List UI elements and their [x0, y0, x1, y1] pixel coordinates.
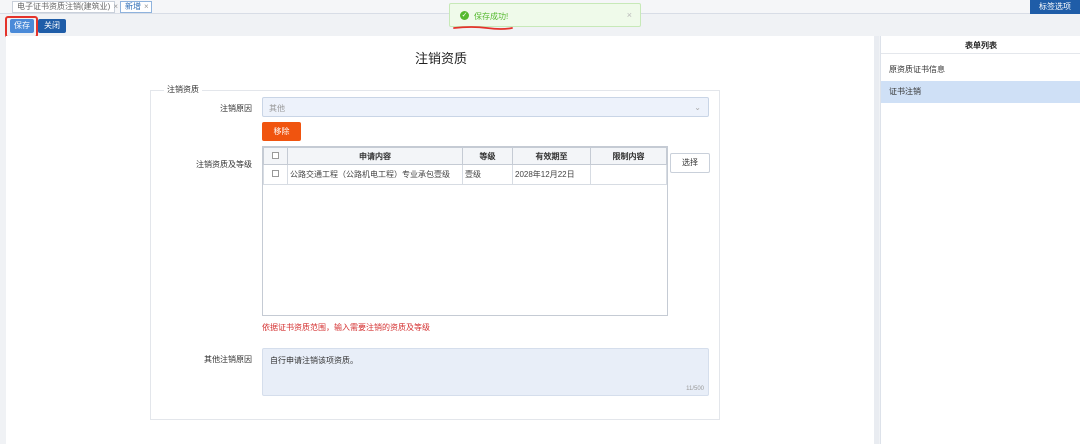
column-header: 有效期至: [512, 147, 591, 165]
reason-select[interactable]: 其他 ⌄: [262, 97, 709, 117]
hint-text: 依据证书资质范围，输入需要注销的资质及等级: [262, 323, 430, 332]
column-header: 申请内容: [287, 147, 463, 165]
divider: [881, 53, 1080, 54]
table-cell: 壹级: [462, 164, 513, 185]
check-circle-icon: ✓: [460, 11, 469, 20]
underline-annotation: [453, 26, 513, 30]
column-header: 等级: [462, 147, 513, 165]
sidebar-title: 表单列表: [965, 41, 997, 50]
sidebar-item-cert-cancellation[interactable]: 证书注销: [881, 81, 1080, 103]
tab-label: 电子证书资质注销(建筑业): [17, 2, 111, 11]
row-checkbox-cell: [263, 164, 288, 185]
select-button[interactable]: 选择: [670, 153, 710, 173]
close-icon[interactable]: ×: [144, 2, 149, 11]
row-checkbox[interactable]: [272, 170, 279, 177]
other-reason-label: 其他注销原因: [204, 355, 252, 364]
page-title: 注销资质: [414, 51, 467, 66]
close-icon[interactable]: ×: [113, 2, 118, 11]
highlight-annotation: [5, 16, 38, 38]
table-cell: [590, 164, 667, 185]
char-counter: 11/500: [686, 386, 704, 392]
tab-label: 新增: [125, 2, 141, 11]
toast-close-icon[interactable]: ×: [627, 10, 632, 20]
form-list-sidebar: 表单列表 原资质证书信息 证书注销: [880, 36, 1080, 444]
chevron-down-icon: ⌄: [694, 103, 701, 112]
tab-cert-cancellation[interactable]: 电子证书资质注销(建筑业) ×: [12, 1, 118, 13]
select-all-cell: [263, 147, 288, 165]
success-toast: ✓ 保存成功! ×: [449, 3, 641, 27]
table-row[interactable]: 公路交通工程（公路机电工程）专业承包壹级 壹级 2028年12月22日: [263, 164, 667, 185]
other-reason-textarea[interactable]: 自行申请注销该项资质。 11/500: [262, 348, 709, 396]
remove-button[interactable]: 移除: [262, 122, 301, 141]
scrollbar[interactable]: [874, 36, 879, 444]
other-reason-value: 自行申请注销该项资质。: [270, 356, 358, 365]
reason-label: 注销原因: [220, 104, 252, 113]
sidebar-item-original-cert[interactable]: 原资质证书信息: [881, 59, 1080, 81]
qualification-table: 申请内容 等级 有效期至 限制内容 公路交通工程（公路机电工程）专业承包壹级 壹…: [262, 146, 668, 316]
tag-options-button[interactable]: 标签选项: [1030, 0, 1080, 14]
table-cell: 公路交通工程（公路机电工程）专业承包壹级: [287, 164, 463, 185]
fieldset-legend: 注销资质: [164, 84, 202, 95]
toast-message: 保存成功!: [474, 12, 509, 21]
select-all-checkbox[interactable]: [272, 151, 279, 159]
table-header-row: 申请内容 等级 有效期至 限制内容: [263, 147, 667, 165]
close-button[interactable]: 关闭: [38, 19, 66, 33]
main-panel: 注销资质 注销资质 注销原因 其他 ⌄ 注销资质及等级 移除 申请内容 等级 有…: [6, 36, 876, 444]
reason-value: 其他: [269, 104, 285, 113]
tab-new[interactable]: 新增 ×: [120, 1, 152, 13]
table-cell: 2028年12月22日: [512, 164, 591, 185]
column-header: 限制内容: [590, 147, 667, 165]
qualification-label: 注销资质及等级: [196, 160, 252, 169]
